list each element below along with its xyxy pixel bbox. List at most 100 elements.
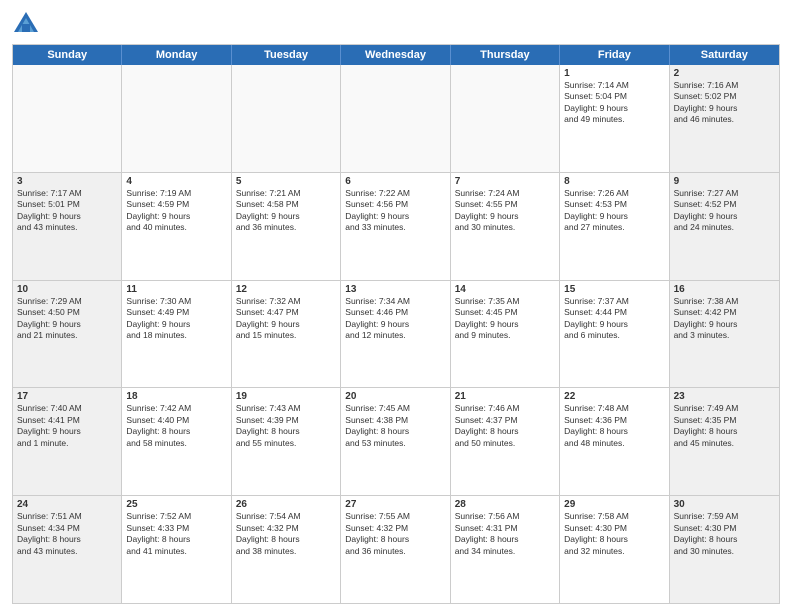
cal-cell: 26Sunrise: 7:54 AM Sunset: 4:32 PM Dayli… xyxy=(232,496,341,603)
cal-row-2: 3Sunrise: 7:17 AM Sunset: 5:01 PM Daylig… xyxy=(13,172,779,280)
cal-cell: 23Sunrise: 7:49 AM Sunset: 4:35 PM Dayli… xyxy=(670,388,779,495)
day-number: 10 xyxy=(17,284,117,295)
day-info: Sunrise: 7:14 AM Sunset: 5:04 PM Dayligh… xyxy=(564,80,664,126)
cal-cell: 9Sunrise: 7:27 AM Sunset: 4:52 PM Daylig… xyxy=(670,173,779,280)
cal-row-5: 24Sunrise: 7:51 AM Sunset: 4:34 PM Dayli… xyxy=(13,495,779,603)
cal-cell: 16Sunrise: 7:38 AM Sunset: 4:42 PM Dayli… xyxy=(670,281,779,388)
day-info: Sunrise: 7:58 AM Sunset: 4:30 PM Dayligh… xyxy=(564,511,664,557)
day-info: Sunrise: 7:34 AM Sunset: 4:46 PM Dayligh… xyxy=(345,296,445,342)
logo-icon xyxy=(12,10,40,38)
day-info: Sunrise: 7:17 AM Sunset: 5:01 PM Dayligh… xyxy=(17,188,117,234)
cal-cell xyxy=(451,65,560,172)
cal-cell: 10Sunrise: 7:29 AM Sunset: 4:50 PM Dayli… xyxy=(13,281,122,388)
day-number: 20 xyxy=(345,391,445,402)
cal-cell xyxy=(13,65,122,172)
day-info: Sunrise: 7:45 AM Sunset: 4:38 PM Dayligh… xyxy=(345,403,445,449)
cal-cell: 29Sunrise: 7:58 AM Sunset: 4:30 PM Dayli… xyxy=(560,496,669,603)
header xyxy=(12,10,780,38)
day-number: 5 xyxy=(236,176,336,187)
day-info: Sunrise: 7:54 AM Sunset: 4:32 PM Dayligh… xyxy=(236,511,336,557)
day-number: 15 xyxy=(564,284,664,295)
calendar-body: 1Sunrise: 7:14 AM Sunset: 5:04 PM Daylig… xyxy=(13,65,779,603)
day-number: 23 xyxy=(674,391,775,402)
day-number: 27 xyxy=(345,499,445,510)
cal-cell: 2Sunrise: 7:16 AM Sunset: 5:02 PM Daylig… xyxy=(670,65,779,172)
day-info: Sunrise: 7:56 AM Sunset: 4:31 PM Dayligh… xyxy=(455,511,555,557)
calendar: SundayMondayTuesdayWednesdayThursdayFrid… xyxy=(12,44,780,604)
cal-cell: 18Sunrise: 7:42 AM Sunset: 4:40 PM Dayli… xyxy=(122,388,231,495)
day-info: Sunrise: 7:59 AM Sunset: 4:30 PM Dayligh… xyxy=(674,511,775,557)
cal-cell: 15Sunrise: 7:37 AM Sunset: 4:44 PM Dayli… xyxy=(560,281,669,388)
cal-row-1: 1Sunrise: 7:14 AM Sunset: 5:04 PM Daylig… xyxy=(13,65,779,172)
header-day-saturday: Saturday xyxy=(670,45,779,65)
header-day-monday: Monday xyxy=(122,45,231,65)
header-day-tuesday: Tuesday xyxy=(232,45,341,65)
header-day-wednesday: Wednesday xyxy=(341,45,450,65)
header-day-sunday: Sunday xyxy=(13,45,122,65)
day-number: 25 xyxy=(126,499,226,510)
cal-cell: 11Sunrise: 7:30 AM Sunset: 4:49 PM Dayli… xyxy=(122,281,231,388)
day-number: 11 xyxy=(126,284,226,295)
day-info: Sunrise: 7:29 AM Sunset: 4:50 PM Dayligh… xyxy=(17,296,117,342)
cal-cell: 13Sunrise: 7:34 AM Sunset: 4:46 PM Dayli… xyxy=(341,281,450,388)
day-number: 14 xyxy=(455,284,555,295)
page: SundayMondayTuesdayWednesdayThursdayFrid… xyxy=(0,0,792,612)
cal-cell xyxy=(122,65,231,172)
cal-cell: 22Sunrise: 7:48 AM Sunset: 4:36 PM Dayli… xyxy=(560,388,669,495)
day-number: 19 xyxy=(236,391,336,402)
day-info: Sunrise: 7:49 AM Sunset: 4:35 PM Dayligh… xyxy=(674,403,775,449)
day-info: Sunrise: 7:40 AM Sunset: 4:41 PM Dayligh… xyxy=(17,403,117,449)
cal-cell: 3Sunrise: 7:17 AM Sunset: 5:01 PM Daylig… xyxy=(13,173,122,280)
header-day-thursday: Thursday xyxy=(451,45,560,65)
cal-row-3: 10Sunrise: 7:29 AM Sunset: 4:50 PM Dayli… xyxy=(13,280,779,388)
day-info: Sunrise: 7:55 AM Sunset: 4:32 PM Dayligh… xyxy=(345,511,445,557)
day-number: 1 xyxy=(564,68,664,79)
day-number: 29 xyxy=(564,499,664,510)
cal-cell: 5Sunrise: 7:21 AM Sunset: 4:58 PM Daylig… xyxy=(232,173,341,280)
cal-cell: 21Sunrise: 7:46 AM Sunset: 4:37 PM Dayli… xyxy=(451,388,560,495)
day-number: 9 xyxy=(674,176,775,187)
cal-cell: 20Sunrise: 7:45 AM Sunset: 4:38 PM Dayli… xyxy=(341,388,450,495)
day-info: Sunrise: 7:22 AM Sunset: 4:56 PM Dayligh… xyxy=(345,188,445,234)
day-number: 12 xyxy=(236,284,336,295)
cal-cell: 19Sunrise: 7:43 AM Sunset: 4:39 PM Dayli… xyxy=(232,388,341,495)
day-info: Sunrise: 7:43 AM Sunset: 4:39 PM Dayligh… xyxy=(236,403,336,449)
cal-cell: 27Sunrise: 7:55 AM Sunset: 4:32 PM Dayli… xyxy=(341,496,450,603)
cal-cell: 17Sunrise: 7:40 AM Sunset: 4:41 PM Dayli… xyxy=(13,388,122,495)
cal-cell: 8Sunrise: 7:26 AM Sunset: 4:53 PM Daylig… xyxy=(560,173,669,280)
day-number: 30 xyxy=(674,499,775,510)
cal-cell: 25Sunrise: 7:52 AM Sunset: 4:33 PM Dayli… xyxy=(122,496,231,603)
cal-cell: 1Sunrise: 7:14 AM Sunset: 5:04 PM Daylig… xyxy=(560,65,669,172)
calendar-header: SundayMondayTuesdayWednesdayThursdayFrid… xyxy=(13,45,779,65)
cal-cell xyxy=(232,65,341,172)
day-number: 13 xyxy=(345,284,445,295)
day-number: 26 xyxy=(236,499,336,510)
day-number: 6 xyxy=(345,176,445,187)
cal-row-4: 17Sunrise: 7:40 AM Sunset: 4:41 PM Dayli… xyxy=(13,387,779,495)
day-number: 8 xyxy=(564,176,664,187)
day-number: 3 xyxy=(17,176,117,187)
day-number: 28 xyxy=(455,499,555,510)
day-number: 21 xyxy=(455,391,555,402)
cal-cell: 14Sunrise: 7:35 AM Sunset: 4:45 PM Dayli… xyxy=(451,281,560,388)
day-info: Sunrise: 7:48 AM Sunset: 4:36 PM Dayligh… xyxy=(564,403,664,449)
day-number: 7 xyxy=(455,176,555,187)
day-info: Sunrise: 7:32 AM Sunset: 4:47 PM Dayligh… xyxy=(236,296,336,342)
day-number: 18 xyxy=(126,391,226,402)
logo xyxy=(12,10,44,38)
cal-cell: 6Sunrise: 7:22 AM Sunset: 4:56 PM Daylig… xyxy=(341,173,450,280)
day-number: 4 xyxy=(126,176,226,187)
day-info: Sunrise: 7:52 AM Sunset: 4:33 PM Dayligh… xyxy=(126,511,226,557)
day-info: Sunrise: 7:38 AM Sunset: 4:42 PM Dayligh… xyxy=(674,296,775,342)
day-info: Sunrise: 7:51 AM Sunset: 4:34 PM Dayligh… xyxy=(17,511,117,557)
day-info: Sunrise: 7:42 AM Sunset: 4:40 PM Dayligh… xyxy=(126,403,226,449)
day-info: Sunrise: 7:27 AM Sunset: 4:52 PM Dayligh… xyxy=(674,188,775,234)
cal-cell: 12Sunrise: 7:32 AM Sunset: 4:47 PM Dayli… xyxy=(232,281,341,388)
cal-cell: 7Sunrise: 7:24 AM Sunset: 4:55 PM Daylig… xyxy=(451,173,560,280)
cal-cell: 28Sunrise: 7:56 AM Sunset: 4:31 PM Dayli… xyxy=(451,496,560,603)
day-info: Sunrise: 7:21 AM Sunset: 4:58 PM Dayligh… xyxy=(236,188,336,234)
day-info: Sunrise: 7:30 AM Sunset: 4:49 PM Dayligh… xyxy=(126,296,226,342)
day-number: 2 xyxy=(674,68,775,79)
cal-cell: 24Sunrise: 7:51 AM Sunset: 4:34 PM Dayli… xyxy=(13,496,122,603)
day-number: 24 xyxy=(17,499,117,510)
